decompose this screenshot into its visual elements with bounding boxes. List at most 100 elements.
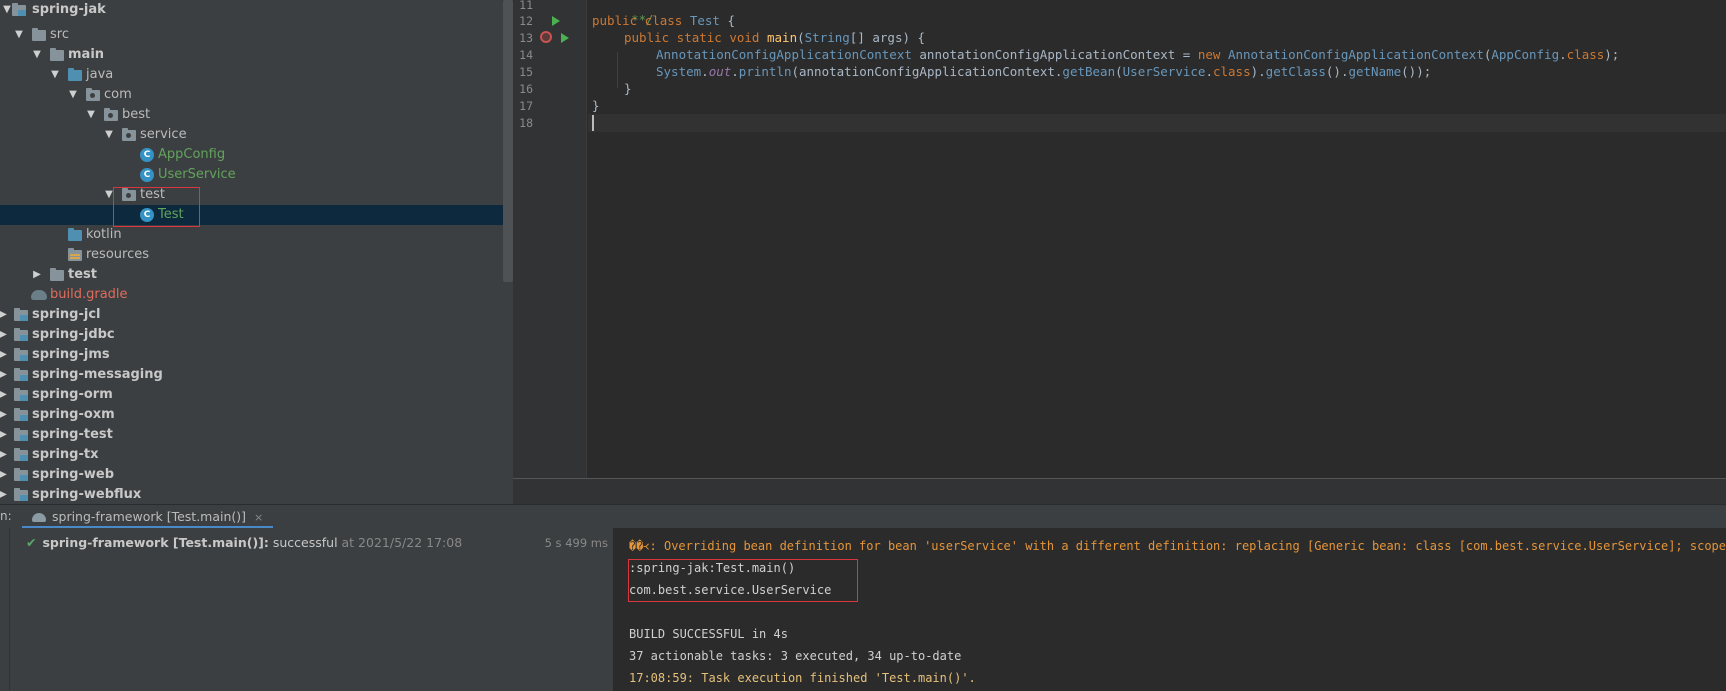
package-icon (104, 108, 118, 121)
module-folder-icon (14, 308, 28, 321)
tree-item-java[interactable]: ▼ java (0, 65, 503, 85)
code-line-16: } (624, 81, 632, 96)
tree-item-appconfig[interactable]: C AppConfig (0, 145, 503, 165)
code-line-14: AnnotationConfigApplicationContext annot… (656, 47, 1620, 62)
tree-item-com[interactable]: ▼ com (0, 85, 503, 105)
tree-item-spring-messaging[interactable]: ▶ spring-messaging (0, 365, 503, 385)
tree-item-spring-jcl[interactable]: ▶ spring-jcl (0, 305, 503, 325)
chevron-down-icon[interactable]: ▼ (85, 105, 97, 125)
tree-item-spring-jak[interactable]: ▼ spring-jak (0, 0, 503, 20)
chevron-down-icon[interactable]: ▼ (67, 85, 79, 105)
run-status: successful (268, 535, 338, 550)
code-line-12: public class Test { (592, 13, 736, 28)
folder-icon (50, 48, 64, 61)
package-icon (122, 128, 136, 141)
tab-label: spring-framework [Test.main()] (52, 509, 247, 524)
tree-item-label: service (140, 127, 187, 142)
module-folder-icon (14, 348, 28, 361)
tree-item-spring-jdbc[interactable]: ▶ spring-jdbc (0, 325, 503, 345)
tree-item-label: com (104, 87, 132, 102)
editor-breadcrumb-bar (513, 478, 1726, 504)
tree-item-spring-web[interactable]: ▶ spring-web (0, 465, 503, 485)
console-line: 17:08:59: Task execution finished 'Test.… (629, 671, 976, 685)
run-class-icon[interactable] (552, 16, 560, 26)
chevron-right-icon[interactable]: ▶ (0, 465, 9, 485)
tree-item-test-package[interactable]: ▼ test (0, 185, 503, 205)
tree-item-test-folder[interactable]: ▶ test (0, 265, 503, 285)
tree-item-spring-webflux[interactable]: ▶ spring-webflux (0, 485, 503, 504)
tree-item-label: spring-webflux (32, 487, 142, 502)
run-timestamp: at 2021/5/22 17:08 (337, 535, 463, 550)
module-folder-icon (14, 488, 28, 501)
line-number: 18 (519, 116, 533, 130)
module-folder-icon (14, 468, 28, 481)
chevron-right-icon[interactable]: ▶ (0, 425, 9, 445)
line-number: 12 (519, 14, 533, 28)
tree-item-main[interactable]: ▼ main (0, 45, 503, 65)
chevron-right-icon[interactable]: ▶ (0, 365, 9, 385)
success-check-icon: ✔ (26, 535, 37, 550)
chevron-down-icon[interactable]: ▼ (31, 45, 43, 65)
chevron-right-icon[interactable]: ▶ (0, 325, 9, 345)
line-number: 17 (519, 99, 533, 113)
tree-item-label: spring-jms (32, 347, 110, 362)
highlight-box (113, 187, 200, 227)
project-tree: ▼ spring-jak ▼ src ▼ main ▼ java ▼ com ▼… (0, 0, 513, 504)
line-number: 16 (519, 82, 533, 96)
tab-run-configuration[interactable]: spring-framework [Test.main()] × (22, 505, 274, 529)
panel-toolbar-strip (0, 528, 10, 691)
tree-item-kotlin[interactable]: kotlin (0, 225, 503, 245)
package-icon (86, 88, 100, 101)
tree-item-spring-jms[interactable]: ▶ spring-jms (0, 345, 503, 365)
chevron-right-icon[interactable]: ▶ (0, 405, 9, 425)
close-icon[interactable]: × (254, 511, 263, 524)
chevron-right-icon[interactable]: ▶ (31, 265, 43, 285)
run-main-icon[interactable] (561, 33, 569, 43)
tree-item-label: spring-jcl (32, 307, 101, 322)
tree-scrollbar[interactable] (503, 0, 513, 282)
tree-item-resources[interactable]: resources (0, 245, 503, 265)
tree-item-spring-test[interactable]: ▶ spring-test (0, 425, 503, 445)
chevron-right-icon[interactable]: ▶ (0, 485, 9, 504)
console-output[interactable]: ��᚜: Overriding bean definition for bean… (614, 528, 1726, 691)
chevron-right-icon[interactable]: ▶ (0, 305, 9, 325)
tree-item-src[interactable]: ▼ src (0, 25, 503, 45)
tree-item-service[interactable]: ▼ service (0, 125, 503, 145)
breakpoint-icon[interactable] (540, 31, 552, 43)
line-number: 14 (519, 48, 533, 62)
build-runs-panel: ✔ spring-framework [Test.main()]: success… (0, 528, 614, 691)
class-icon: C (140, 168, 154, 182)
module-folder-icon (14, 428, 28, 441)
chevron-right-icon[interactable]: ▶ (0, 345, 9, 365)
chevron-down-icon[interactable]: ▼ (103, 125, 115, 145)
folder-icon (32, 28, 46, 41)
code-editor[interactable]: 11 12 13 14 15 16 17 18 **/ public class… (513, 0, 1726, 478)
module-folder-icon (12, 3, 26, 16)
tree-item-label: spring-jak (32, 2, 106, 17)
chevron-right-icon[interactable]: ▶ (0, 385, 9, 405)
console-line: ��᚜: Overriding bean definition for bean… (629, 539, 1726, 553)
tree-item-best[interactable]: ▼ best (0, 105, 503, 125)
tree-item-label: spring-tx (32, 447, 99, 462)
run-name: spring-framework [Test.main()]: (42, 535, 269, 550)
tree-item-label: spring-messaging (32, 367, 163, 382)
tree-item-label: spring-test (32, 427, 113, 442)
tree-item-spring-orm[interactable]: ▶ spring-orm (0, 385, 503, 405)
indent-guide (617, 52, 618, 88)
run-duration: 5 s 499 ms (544, 536, 608, 550)
code-line-15: System.out.println(annotationConfigAppli… (656, 64, 1432, 79)
module-folder-icon (14, 328, 28, 341)
tree-item-spring-oxm[interactable]: ▶ spring-oxm (0, 405, 503, 425)
tree-item-build-gradle[interactable]: build.gradle (0, 285, 503, 305)
chevron-right-icon[interactable]: ▶ (0, 445, 9, 465)
tree-item-test-class[interactable]: C Test (0, 205, 503, 225)
chevron-down-icon[interactable]: ▼ (13, 25, 25, 45)
run-result-row[interactable]: ✔ spring-framework [Test.main()]: success… (12, 534, 608, 552)
text-caret (592, 115, 594, 131)
chevron-down-icon[interactable]: ▼ (49, 65, 61, 85)
tree-item-spring-tx[interactable]: ▶ spring-tx (0, 445, 503, 465)
resources-folder-icon (68, 248, 82, 261)
tree-item-userservice[interactable]: C UserService (0, 165, 503, 185)
tree-item-label: resources (86, 247, 150, 262)
tree-item-label: test (68, 267, 97, 282)
